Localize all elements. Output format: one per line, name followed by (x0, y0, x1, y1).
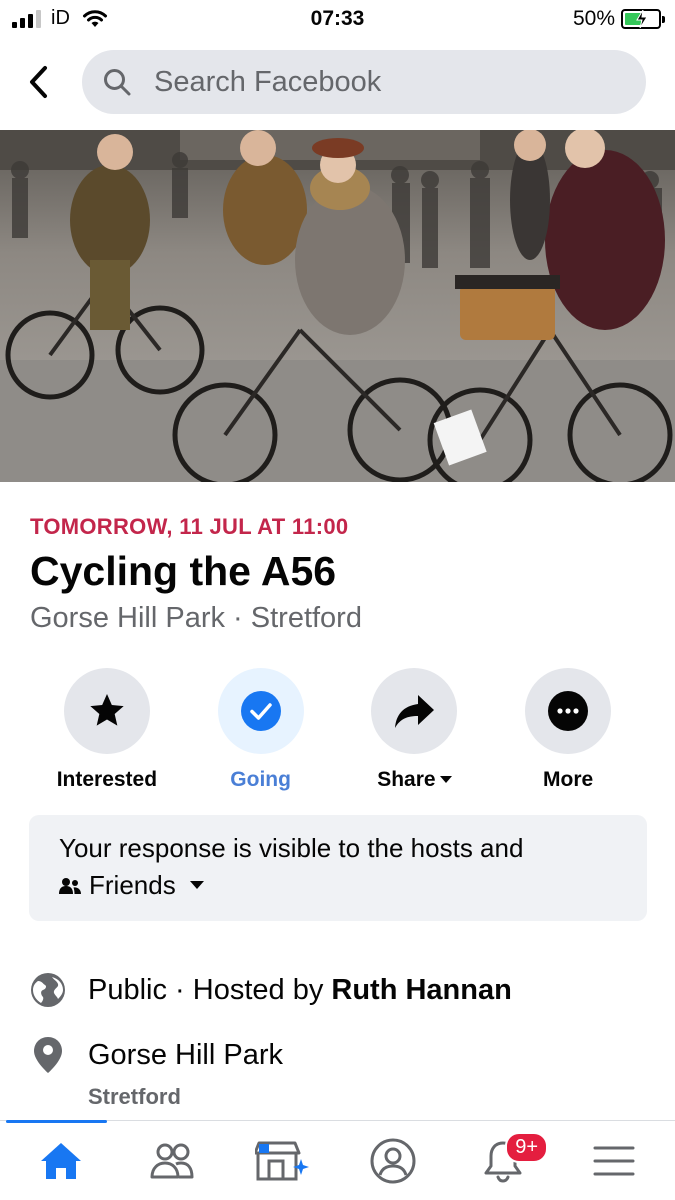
menu-icon (593, 1146, 635, 1176)
share-label-row: Share (377, 768, 452, 792)
profile-icon (370, 1138, 416, 1184)
nav-menu[interactable] (564, 1126, 664, 1196)
active-tab-indicator (6, 1120, 107, 1123)
search-input[interactable] (154, 65, 594, 99)
nav-profile[interactable] (343, 1126, 443, 1196)
response-visibility-box: Your response is visible to the hosts an… (29, 815, 647, 921)
interested-circle (63, 668, 150, 754)
home-icon (41, 1143, 82, 1179)
audience-label: Friends (89, 870, 176, 900)
cover-photo-illustration (0, 130, 675, 482)
host-name[interactable]: Ruth Hannan (331, 974, 511, 1006)
privacy-host-row: Public · Hosted by Ruth Hannan (30, 972, 512, 1008)
event-location[interactable]: Gorse Hill Park · Stretford (30, 602, 362, 635)
globe-icon (30, 972, 66, 1008)
back-button[interactable] (20, 62, 56, 102)
search-bar[interactable] (82, 50, 646, 114)
response-visibility-text: Your response is visible to the hosts an… (59, 833, 524, 863)
search-icon (104, 69, 131, 96)
more-dots-icon (548, 691, 589, 731)
status-bar: iD 07:33 50% (0, 0, 675, 40)
event-actions: Interested Going Share More (30, 668, 645, 792)
nav-marketplace[interactable] (232, 1126, 332, 1196)
back-chevron-icon (30, 66, 47, 98)
friends-icon (150, 1143, 194, 1179)
star-icon (90, 694, 124, 726)
event-date: TOMORROW, 11 JUL AT 11:00 (30, 514, 349, 539)
charging-bolt-icon (636, 10, 648, 28)
privacy-label: Public · Hosted by (88, 973, 324, 1006)
place-subtitle: Stretford (88, 1084, 181, 1109)
share-label: Share (377, 768, 436, 791)
header (0, 48, 675, 118)
more-button[interactable]: More (491, 668, 645, 792)
battery-icon (621, 9, 665, 29)
notifications-badge: 9+ (505, 1132, 549, 1163)
marketplace-icon (255, 1141, 310, 1181)
more-circle (525, 668, 612, 754)
audience-selector[interactable]: Friends (59, 870, 249, 901)
battery-percent: 50% (572, 7, 615, 30)
nav-friends[interactable] (122, 1126, 222, 1196)
caret-down-icon (189, 881, 204, 889)
share-circle (371, 668, 458, 754)
going-button[interactable]: Going (184, 668, 338, 792)
nav-notifications[interactable]: 9+ (453, 1126, 553, 1196)
more-label: More (543, 768, 594, 791)
interested-label: Interested (56, 768, 158, 791)
share-button[interactable]: Share (338, 668, 492, 792)
going-label: Going (230, 768, 291, 791)
nav-home[interactable] (11, 1126, 111, 1196)
going-circle (217, 668, 304, 754)
location-pin-icon (30, 1037, 66, 1073)
privacy-host-text: Public · Hosted by Ruth Hannan (88, 974, 512, 1007)
check-circle-icon (240, 691, 281, 731)
event-cover-photo[interactable] (0, 130, 675, 482)
place-name: Gorse Hill Park (88, 1038, 283, 1071)
share-arrow-icon (395, 695, 435, 728)
friends-icon (59, 877, 81, 894)
place-row[interactable]: Gorse Hill Park (30, 1037, 283, 1073)
event-title: Cycling the A56 (30, 548, 337, 594)
caret-down-icon (439, 776, 452, 783)
status-right: 50% (572, 7, 665, 31)
bottom-nav: 9+ (0, 1120, 675, 1200)
interested-button[interactable]: Interested (30, 668, 184, 792)
